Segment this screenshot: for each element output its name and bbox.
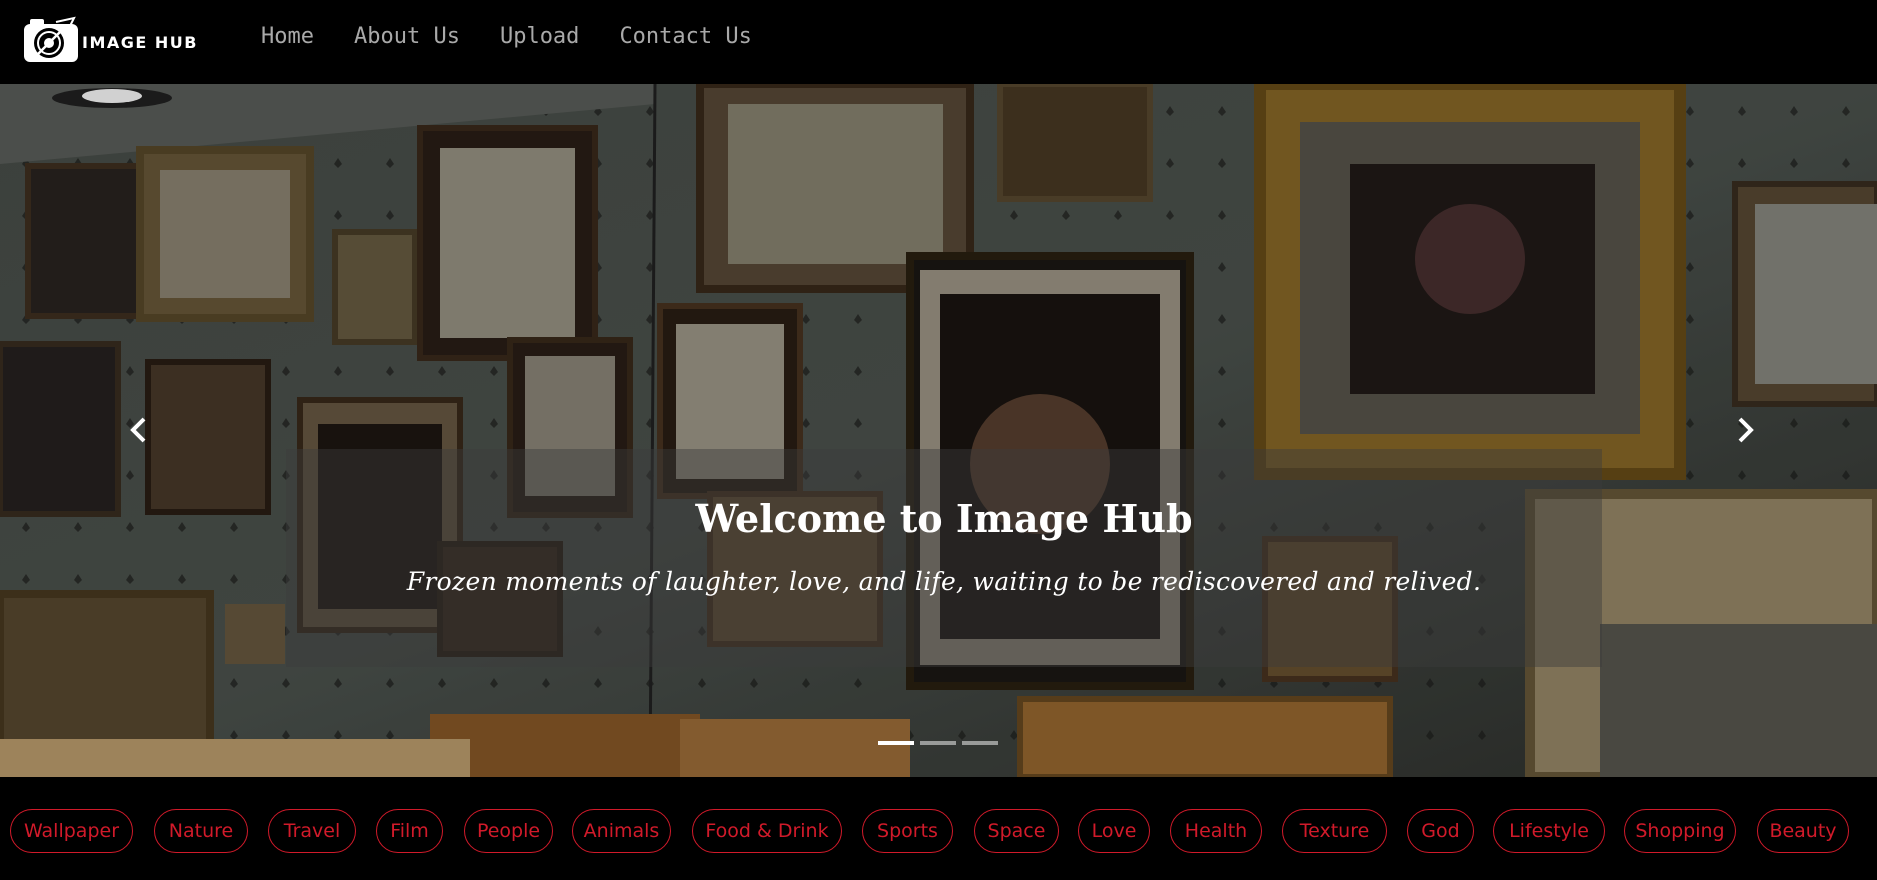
nav-about-us[interactable]: About Us	[354, 24, 460, 49]
category-film[interactable]: Film	[376, 809, 443, 853]
category-beauty[interactable]: Beauty	[1757, 809, 1849, 853]
category-health[interactable]: Health	[1170, 809, 1262, 853]
category-bar: Wallpaper Nature Travel Film People Anim…	[0, 777, 1877, 880]
category-nature[interactable]: Nature	[154, 809, 248, 853]
nav-links: Home About Us Upload Contact Us	[261, 24, 792, 49]
category-space[interactable]: Space	[974, 809, 1059, 853]
carousel-next-button[interactable]	[1726, 410, 1766, 450]
category-love[interactable]: Love	[1078, 809, 1150, 853]
category-sports[interactable]: Sports	[862, 809, 953, 853]
carousel-prev-button[interactable]	[118, 410, 158, 450]
carousel-indicators	[878, 741, 1004, 745]
category-wallpaper[interactable]: Wallpaper	[10, 809, 133, 853]
logo-text: IMAGE HUB	[82, 32, 198, 52]
hero-background-image	[0, 84, 1877, 777]
hero-title: Welcome to Image Hub	[695, 496, 1193, 541]
carousel-indicator-1[interactable]	[878, 741, 914, 745]
category-food-drink[interactable]: Food & Drink	[692, 809, 842, 853]
category-lifestyle[interactable]: Lifestyle	[1493, 809, 1605, 853]
category-texture[interactable]: Texture	[1282, 809, 1387, 853]
nav-contact-us[interactable]: Contact Us	[619, 24, 751, 49]
carousel-indicator-3[interactable]	[962, 741, 998, 745]
category-shopping[interactable]: Shopping	[1624, 809, 1736, 853]
chevron-left-icon	[130, 417, 146, 443]
hero-subtitle: Frozen moments of laughter, love, and li…	[406, 567, 1482, 596]
category-travel[interactable]: Travel	[268, 809, 356, 853]
navbar: IMAGE HUB Home About Us Upload Contact U…	[0, 0, 1877, 84]
hero-carousel: Welcome to Image Hub Frozen moments of l…	[0, 84, 1877, 777]
category-animals[interactable]: Animals	[572, 809, 671, 853]
chevron-right-icon	[1738, 417, 1754, 443]
carousel-indicator-2[interactable]	[920, 741, 956, 745]
carousel-caption: Welcome to Image Hub Frozen moments of l…	[286, 449, 1602, 667]
nav-upload[interactable]: Upload	[500, 24, 579, 49]
category-god[interactable]: God	[1407, 809, 1474, 853]
camera-logo-icon	[22, 16, 80, 64]
brand-logo[interactable]: IMAGE HUB	[22, 16, 198, 64]
nav-home[interactable]: Home	[261, 24, 314, 49]
category-people[interactable]: People	[464, 809, 553, 853]
